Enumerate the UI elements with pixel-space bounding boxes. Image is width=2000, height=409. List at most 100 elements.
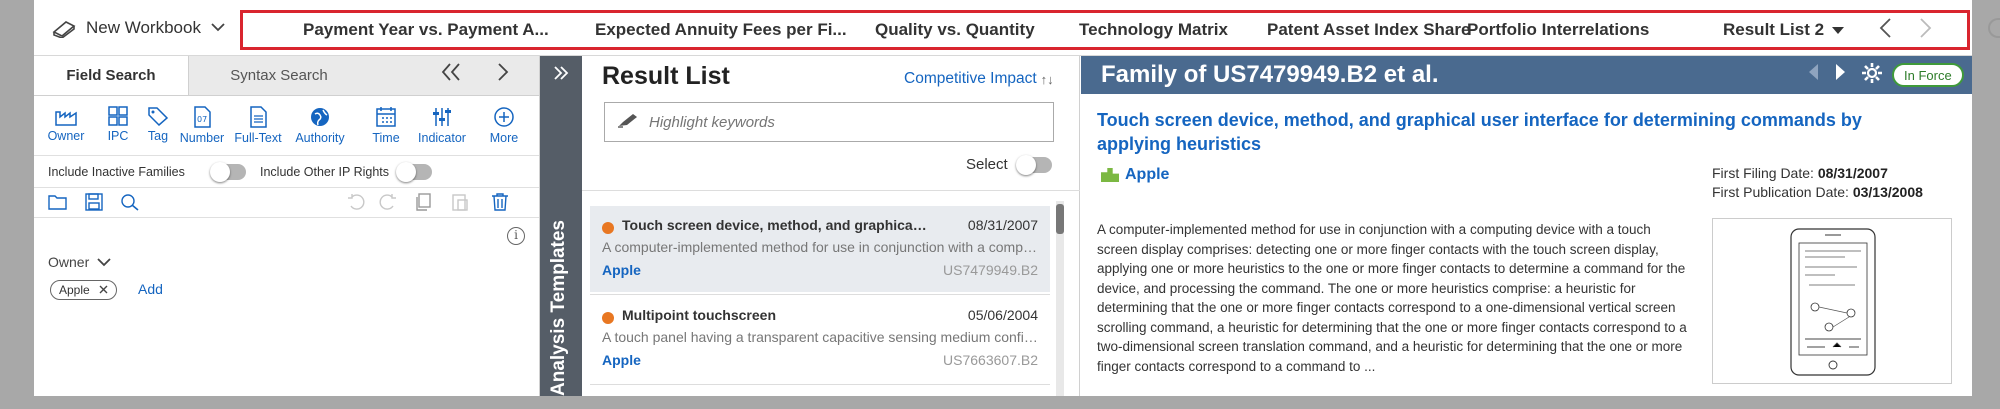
include-inactive-toggle[interactable] [210,162,246,182]
first-filing-date: 08/31/2007 [1817,165,1888,181]
grid-icon [108,106,128,126]
expand-icon[interactable] [552,62,570,88]
panel-next-button[interactable] [496,61,510,90]
first-publication-label: First Publication Date: [1712,184,1849,200]
tab-payment-year[interactable]: Payment Year vs. Payment A... [303,20,549,40]
copy-icon[interactable] [414,193,434,216]
result-item-description: A touch panel having a transparent capac… [602,329,1038,345]
divider [590,384,1050,385]
result-item-date: 08/31/2007 [967,217,1038,233]
scrollbar-thumb[interactable] [1056,204,1064,234]
include-inactive-label: Include Inactive Families [48,164,185,179]
status-badge: In Force [1892,63,1964,87]
highlight-keywords-field[interactable] [604,102,1054,142]
redo-icon[interactable] [378,193,398,216]
full-text-tool[interactable]: Full-Text [230,106,286,145]
caret-down-icon[interactable] [1832,20,1845,40]
tab-patent-asset-index-share[interactable]: Patent Asset Index Share [1267,20,1470,40]
result-item-owner[interactable]: Apple [602,262,641,278]
info-icon[interactable]: i [507,227,525,245]
result-item[interactable]: Touch screen device, method, and graphic… [590,206,1050,292]
folder-open-icon[interactable] [48,193,68,216]
patent-dates: First Filing Date: 08/31/2007 First Publ… [1712,164,1923,202]
authority-tool-label: Authority [295,131,345,145]
search-actions-toolbar [34,188,539,218]
result-item[interactable]: Multipoint touchscreen 05/06/2004 A touc… [590,296,1050,382]
result-item-title: Touch screen device, method, and graphic… [622,217,927,233]
tab-technology-matrix[interactable]: Technology Matrix [1079,20,1228,40]
sort-dropdown[interactable]: Competitive Impact ↑↓ [904,70,1054,88]
tag-tool-label: Tag [147,129,169,143]
chevron-down-icon [211,19,225,37]
number-tool-label: Number [179,131,225,145]
patent-title[interactable]: Touch screen device, method, and graphic… [1097,108,1927,156]
include-other-ip-label: Include Other IP Rights [260,164,390,179]
search-criteria-area: i Owner Apple Add [34,218,539,396]
ipc-tool-label: IPC [107,129,129,143]
search-tabs: Field Search Syntax Search [34,56,539,96]
svg-text:07: 07 [197,115,207,124]
plus-circle-icon [494,107,514,127]
number-tool[interactable]: 07 Number [174,106,230,145]
patent-drawing-thumbnail[interactable] [1712,218,1952,384]
analysis-templates-label: Analysis Templates [548,219,569,396]
sort-label: Competitive Impact [904,70,1037,87]
previous-family-button[interactable] [1807,63,1819,87]
tab-quality-vs-quantity[interactable]: Quality vs. Quantity [875,20,1035,40]
factory-icon [1101,168,1119,182]
patent-owner[interactable]: Apple [1101,166,1169,184]
tabs-next-button[interactable] [1919,17,1933,46]
paste-icon[interactable] [450,193,470,216]
tab-expected-annuity-fees[interactable]: Expected Annuity Fees per Fi... [595,20,847,40]
document-number-icon: 07 [194,106,211,128]
calendar-icon [376,107,396,127]
undo-icon[interactable] [346,193,366,216]
indicator-tool[interactable]: Indicator [414,106,470,145]
sort-order-icon: ↑↓ [1040,71,1054,87]
tab-field-search[interactable]: Field Search [34,56,189,95]
owner-tool[interactable]: Owner [38,106,94,143]
result-list-panel: Result List Competitive Impact ↑↓ Select… [582,56,1080,396]
tab-syntax-search[interactable]: Syntax Search [189,56,369,95]
workbook-menu[interactable]: New Workbook [34,0,239,56]
authority-tool[interactable]: Authority [292,106,348,145]
patent-drawing-image [1790,228,1876,376]
document-text-icon [250,106,267,128]
workbook-icon [52,18,76,38]
tab-result-list-2-label: Result List 2 [1723,20,1825,39]
highlighter-icon [617,112,639,133]
search-preview-icon[interactable] [120,193,140,216]
more-tool-label: More [489,131,519,145]
include-options-row: Include Inactive Families Include Other … [34,156,539,188]
result-item-owner[interactable]: Apple [602,352,641,368]
trash-icon[interactable] [490,193,510,216]
include-other-ip-toggle[interactable] [396,162,432,182]
result-item-title: Multipoint touchscreen [622,307,776,323]
close-icon[interactable] [99,283,108,297]
app-window: New Workbook Payment Year vs. Payment A.… [0,0,2000,409]
tab-portfolio-interrelations[interactable]: Portfolio Interrelations [1467,20,1649,40]
analysis-templates-strip[interactable]: Analysis Templates [540,56,582,396]
more-tool[interactable]: More [476,106,532,145]
result-item-number: US7479949.B2 [943,262,1038,278]
save-icon[interactable] [84,193,104,216]
owner-criterion-header[interactable]: Owner [48,254,111,270]
select-label: Select [966,156,1008,173]
first-filing-label: First Filing Date: [1712,165,1814,181]
tab-result-list-2[interactable]: Result List 2 [1723,20,1845,40]
family-title: Family of US7479949.B2 et al. [1101,61,1439,88]
factory-icon [55,111,77,126]
highlight-keywords-input[interactable] [649,113,1029,131]
gear-icon[interactable] [1861,62,1883,90]
chevron-down-icon [97,254,111,270]
tabs-prev-button[interactable] [1878,17,1892,46]
owner-chip-label: Apple [59,283,90,297]
add-owner-link[interactable]: Add [138,281,163,297]
next-family-button[interactable] [1835,63,1847,87]
time-tool[interactable]: Time [358,106,414,145]
workbook-label: New Workbook [86,17,201,37]
divider [582,190,1080,191]
collapse-panel-button[interactable] [440,61,462,90]
divider [590,294,1050,295]
select-toggle[interactable] [1015,154,1052,175]
